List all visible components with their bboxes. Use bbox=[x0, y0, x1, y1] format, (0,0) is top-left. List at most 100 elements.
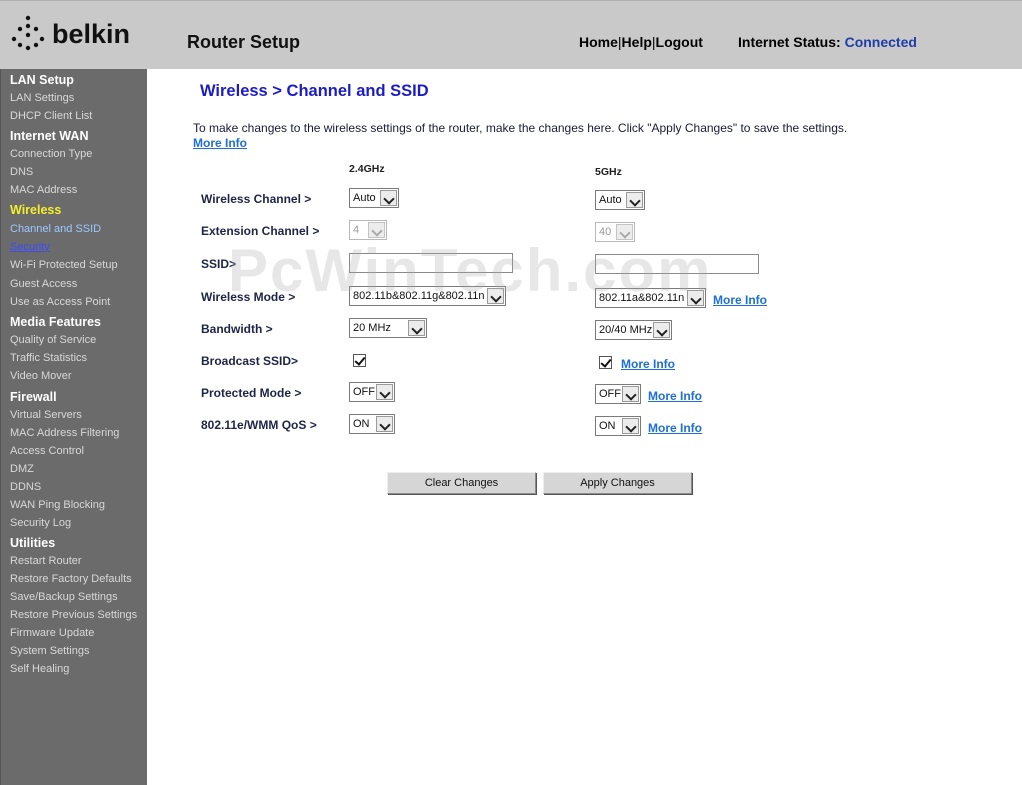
sidebar-item-restart-router[interactable]: Restart Router bbox=[10, 555, 82, 567]
sidebar-item-ddns[interactable]: DDNS bbox=[10, 481, 41, 493]
sidebar-item-save-backup-settings[interactable]: Save/Backup Settings bbox=[10, 591, 118, 603]
home-link[interactable]: Home bbox=[579, 34, 618, 50]
select-value: 40 bbox=[599, 226, 612, 238]
bandwidth-24-select[interactable]: 20 MHz bbox=[349, 318, 427, 338]
protected-mode-24-select[interactable]: OFF bbox=[349, 382, 395, 402]
chevron-down-icon bbox=[380, 190, 397, 206]
sidebar: LAN Setup LAN Settings DHCP Client List … bbox=[0, 69, 147, 785]
wmm-qos-5-select[interactable]: ON bbox=[595, 416, 641, 436]
label-wireless-mode: Wireless Mode > bbox=[201, 290, 296, 304]
header-bar: belkin Router Setup Home|Help|Logout Int… bbox=[0, 0, 1022, 69]
sidebar-heading-media-features[interactable]: Media Features bbox=[10, 315, 101, 329]
bandwidth-5-select[interactable]: 20/40 MHz bbox=[595, 320, 672, 340]
sidebar-item-security[interactable]: Security bbox=[10, 241, 50, 253]
select-value: 802.11b&802.11g&802.11n bbox=[353, 290, 485, 302]
sidebar-item-guest-access[interactable]: Guest Access bbox=[10, 278, 77, 290]
internet-status: Internet Status: Connected bbox=[738, 34, 917, 50]
select-value: 4 bbox=[353, 224, 360, 236]
top-nav: Home|Help|Logout bbox=[579, 34, 703, 50]
sidebar-item-lan-settings[interactable]: LAN Settings bbox=[10, 92, 74, 104]
sidebar-item-dns[interactable]: DNS bbox=[10, 166, 33, 178]
select-value: OFF bbox=[353, 386, 375, 398]
belkin-logo[interactable]: belkin bbox=[10, 15, 140, 55]
select-value: Auto bbox=[353, 192, 376, 204]
sidebar-item-use-as-access-point[interactable]: Use as Access Point bbox=[10, 296, 110, 308]
sidebar-item-channel-and-ssid[interactable]: Channel and SSID bbox=[10, 223, 101, 235]
select-value: 20/40 MHz bbox=[599, 324, 653, 336]
more-info-link-wmm-qos[interactable]: More Info bbox=[648, 421, 702, 435]
sidebar-item-restore-previous-settings[interactable]: Restore Previous Settings bbox=[10, 609, 137, 621]
sidebar-item-dhcp-client-list[interactable]: DHCP Client List bbox=[10, 110, 92, 122]
page-header-title: Router Setup bbox=[187, 32, 301, 52]
more-info-link-broadcast-ssid[interactable]: More Info bbox=[621, 357, 675, 371]
sidebar-item-mac-address-filtering[interactable]: MAC Address Filtering bbox=[10, 427, 119, 439]
sidebar-item-system-settings[interactable]: System Settings bbox=[10, 645, 89, 657]
ssid-24-input[interactable] bbox=[349, 253, 513, 273]
wireless-channel-24-select[interactable]: Auto bbox=[349, 188, 399, 208]
label-ssid: SSID> bbox=[201, 257, 237, 271]
chevron-down-icon bbox=[376, 416, 393, 432]
label-protected-mode: Protected Mode > bbox=[201, 386, 302, 400]
sidebar-item-self-healing[interactable]: Self Healing bbox=[10, 663, 69, 675]
select-value: OFF bbox=[599, 388, 621, 400]
label-broadcast-ssid: Broadcast SSID> bbox=[201, 354, 299, 368]
chevron-down-icon bbox=[626, 192, 643, 208]
sidebar-item-mac-address[interactable]: MAC Address bbox=[10, 184, 77, 196]
label-extension-channel: Extension Channel > bbox=[201, 224, 320, 238]
page-title: Wireless > Channel and SSID bbox=[200, 82, 429, 100]
logout-link[interactable]: Logout bbox=[656, 34, 703, 50]
internet-status-label: Internet Status: bbox=[738, 34, 841, 50]
sidebar-item-dmz[interactable]: DMZ bbox=[10, 463, 34, 475]
select-value: ON bbox=[353, 418, 370, 430]
sidebar-item-wan-ping-blocking[interactable]: WAN Ping Blocking bbox=[10, 499, 105, 511]
more-info-link-protected-mode[interactable]: More Info bbox=[648, 389, 702, 403]
internet-status-value: Connected bbox=[844, 34, 917, 50]
sidebar-item-wifi-protected-setup[interactable]: Wi-Fi Protected Setup bbox=[10, 259, 118, 271]
wireless-mode-5-select[interactable]: 802.11a&802.11n bbox=[595, 288, 706, 308]
sidebar-heading-lan-setup[interactable]: LAN Setup bbox=[10, 73, 74, 87]
intro-text: To make changes to the wireless settings… bbox=[193, 121, 848, 135]
wireless-channel-5-select[interactable]: Auto bbox=[595, 190, 645, 210]
select-value: 802.11a&802.11n bbox=[599, 292, 685, 304]
sidebar-item-video-mover[interactable]: Video Mover bbox=[10, 370, 72, 382]
sidebar-item-restore-factory-defaults[interactable]: Restore Factory Defaults bbox=[10, 573, 132, 585]
clear-changes-button[interactable]: Clear Changes bbox=[387, 472, 536, 494]
chevron-down-icon bbox=[487, 288, 504, 304]
wmm-qos-24-select[interactable]: ON bbox=[349, 414, 395, 434]
extension-channel-24-select[interactable]: 4 bbox=[349, 220, 387, 240]
belkin-dots-icon bbox=[11, 15, 45, 51]
sidebar-item-security-log[interactable]: Security Log bbox=[10, 517, 71, 529]
chevron-down-icon bbox=[622, 386, 639, 402]
sidebar-item-connection-type[interactable]: Connection Type bbox=[10, 148, 92, 160]
sidebar-item-virtual-servers[interactable]: Virtual Servers bbox=[10, 409, 82, 421]
broadcast-ssid-24-checkbox[interactable] bbox=[353, 354, 366, 367]
label-wireless-channel: Wireless Channel > bbox=[201, 192, 312, 206]
extension-channel-5-select[interactable]: 40 bbox=[595, 222, 635, 242]
sidebar-item-firmware-update[interactable]: Firmware Update bbox=[10, 627, 94, 639]
sidebar-heading-wireless[interactable]: Wireless bbox=[10, 203, 61, 217]
label-bandwidth: Bandwidth > bbox=[201, 322, 273, 336]
more-info-link-intro[interactable]: More Info bbox=[193, 136, 247, 150]
chevron-down-icon bbox=[687, 290, 704, 306]
more-info-link-wireless-mode[interactable]: More Info bbox=[713, 293, 767, 307]
broadcast-ssid-5-checkbox[interactable] bbox=[599, 356, 612, 369]
band-header-5ghz: 5GHz bbox=[595, 166, 622, 178]
sidebar-item-access-control[interactable]: Access Control bbox=[10, 445, 84, 457]
sidebar-item-quality-of-service[interactable]: Quality of Service bbox=[10, 334, 96, 346]
chevron-down-icon bbox=[622, 418, 639, 434]
chevron-down-icon bbox=[376, 384, 393, 400]
select-value: Auto bbox=[599, 194, 622, 206]
apply-changes-button[interactable]: Apply Changes bbox=[543, 472, 692, 494]
protected-mode-5-select[interactable]: OFF bbox=[595, 384, 641, 404]
brand-name: belkin bbox=[52, 19, 131, 49]
ssid-5-input[interactable] bbox=[595, 254, 759, 274]
band-header-2-4ghz: 2.4GHz bbox=[349, 163, 385, 175]
sidebar-heading-utilities[interactable]: Utilities bbox=[10, 536, 55, 550]
label-wmm-qos: 802.11e/WMM QoS > bbox=[201, 418, 317, 432]
help-link[interactable]: Help bbox=[622, 34, 652, 50]
sidebar-heading-internet-wan[interactable]: Internet WAN bbox=[10, 129, 88, 143]
wireless-mode-24-select[interactable]: 802.11b&802.11g&802.11n bbox=[349, 286, 506, 306]
sidebar-heading-firewall[interactable]: Firewall bbox=[10, 390, 57, 404]
chevron-down-icon bbox=[368, 222, 385, 238]
sidebar-item-traffic-statistics[interactable]: Traffic Statistics bbox=[10, 352, 87, 364]
